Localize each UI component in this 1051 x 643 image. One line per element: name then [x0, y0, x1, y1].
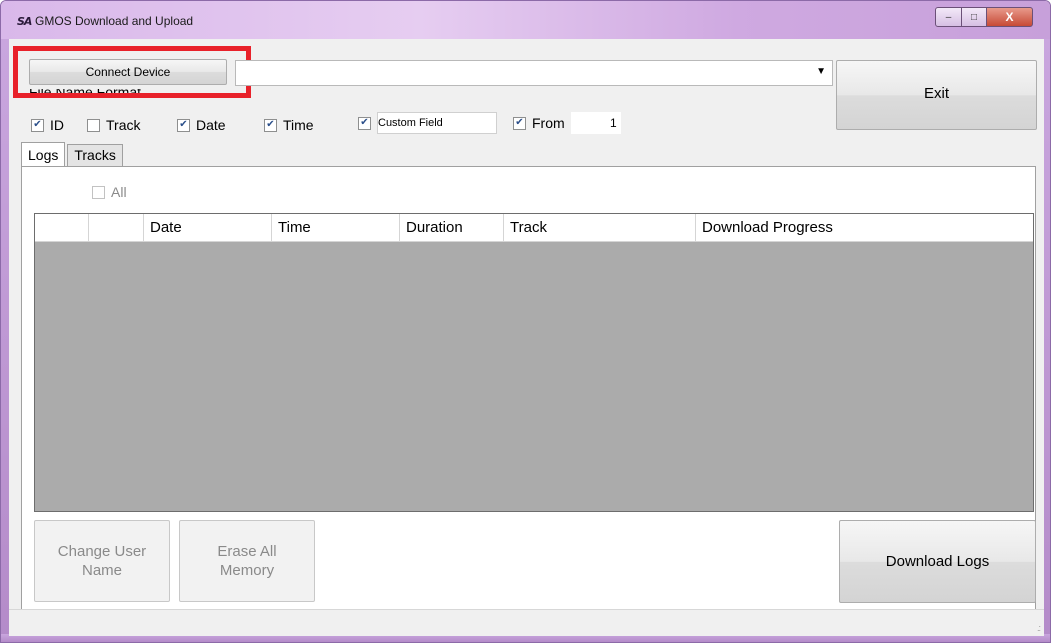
app-logo-icon: SA: [17, 15, 32, 28]
tab-strip: Logs Tracks: [21, 142, 123, 168]
column-header-index[interactable]: [89, 214, 144, 242]
column-header-duration[interactable]: Duration: [400, 214, 504, 242]
option-id[interactable]: ✔ ID: [31, 117, 64, 133]
all-checkbox[interactable]: [92, 185, 105, 199]
maximize-icon: □: [970, 11, 978, 23]
device-select[interactable]: ▼: [235, 60, 833, 86]
app-window: SA GMOS Download and Upload – □ X File N…: [0, 0, 1051, 643]
erase-all-memory-button[interactable]: Erase All Memory: [179, 520, 315, 602]
status-bar: .:: [9, 609, 1044, 636]
resize-grip-icon[interactable]: .:: [1037, 623, 1041, 633]
erase-all-memory-label: Erase All Memory: [217, 543, 277, 579]
all-checkbox-row[interactable]: All: [92, 184, 127, 200]
download-logs-label: Download Logs: [885, 553, 990, 570]
exit-label: Exit: [923, 85, 949, 102]
window-title: GMOS Download and Upload: [35, 14, 194, 28]
column-header-track[interactable]: Track: [504, 214, 696, 242]
tab-logs[interactable]: Logs: [21, 142, 66, 168]
date-checkbox[interactable]: ✔: [177, 118, 190, 132]
column-header-date[interactable]: Date: [144, 214, 272, 242]
all-label: All: [111, 184, 127, 200]
option-id-label: ID: [50, 117, 64, 133]
time-checkbox[interactable]: ✔: [264, 118, 277, 132]
logs-grid[interactable]: Date Time Duration Track Download Progre…: [34, 213, 1034, 512]
window-frame-left: [1, 39, 9, 642]
option-time-label: Time: [283, 117, 314, 133]
close-button[interactable]: X: [986, 7, 1033, 27]
title-bar[interactable]: SA GMOS Download and Upload – □ X: [1, 1, 1050, 39]
column-header-download-progress[interactable]: Download Progress: [696, 214, 1033, 242]
grid-header: Date Time Duration Track Download Progre…: [35, 214, 1033, 242]
option-date[interactable]: ✔ Date: [177, 117, 226, 133]
option-date-label: Date: [196, 117, 226, 133]
column-header-time[interactable]: Time: [272, 214, 400, 242]
id-checkbox[interactable]: ✔: [31, 118, 44, 132]
option-from[interactable]: ✔ From 1: [513, 112, 621, 134]
download-logs-button[interactable]: Download Logs: [839, 520, 1036, 603]
change-user-name-button[interactable]: Change User Name: [34, 520, 170, 602]
custom-field-input[interactable]: Custom Field: [377, 112, 497, 134]
close-icon: X: [1005, 10, 1014, 24]
exit-button[interactable]: Exit: [836, 60, 1037, 130]
change-user-name-label: Change User Name: [57, 543, 147, 579]
column-header-select[interactable]: [35, 214, 89, 242]
option-track-label: Track: [106, 117, 141, 133]
track-checkbox[interactable]: [87, 118, 100, 132]
tab-tracks[interactable]: Tracks: [67, 144, 123, 166]
chevron-down-icon[interactable]: ▼: [816, 66, 826, 77]
minimize-button[interactable]: –: [935, 7, 962, 27]
client-area: File Name Format Connect Device ▼ Exit ✔…: [9, 39, 1044, 636]
from-input[interactable]: 1: [570, 112, 621, 134]
option-time[interactable]: ✔ Time: [264, 117, 314, 133]
minimize-icon: –: [945, 11, 952, 23]
custom-field-checkbox[interactable]: ✔: [358, 116, 371, 130]
maximize-button[interactable]: □: [961, 7, 987, 27]
highlight-box: [13, 46, 251, 98]
from-checkbox[interactable]: ✔: [513, 116, 526, 130]
option-from-label: From: [532, 115, 565, 131]
option-custom-field[interactable]: ✔ Custom Field: [358, 112, 497, 134]
option-track[interactable]: Track: [87, 117, 140, 133]
